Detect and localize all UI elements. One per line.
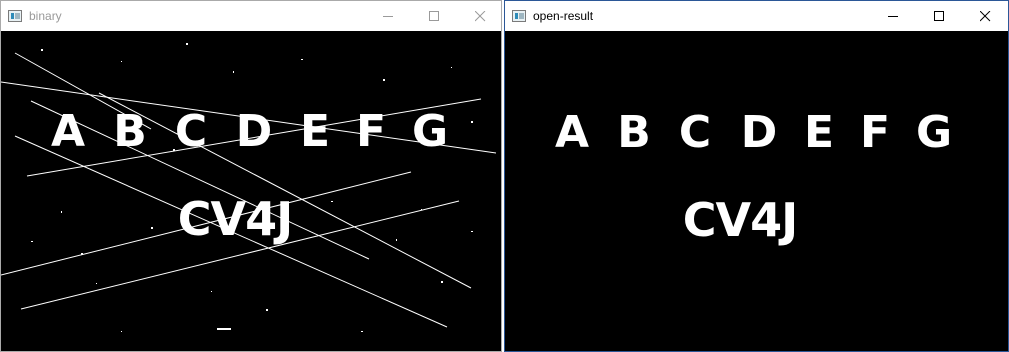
close-button[interactable]: [962, 1, 1008, 31]
binary-window[interactable]: binary A B C D E F G CV4J: [0, 0, 502, 352]
minimize-icon: [383, 16, 393, 17]
letter-glyph: F: [859, 107, 891, 158]
window-title: open-result: [533, 9, 594, 23]
letter-glyph: E: [299, 106, 331, 157]
maximize-icon: [934, 11, 944, 21]
noise-lines: [1, 43, 497, 332]
letter-glyph: B: [617, 107, 651, 158]
open-result-titlebar[interactable]: open-result: [505, 1, 1008, 31]
minimize-button[interactable]: [365, 1, 411, 31]
maximize-button[interactable]: [916, 1, 962, 31]
letter-glyph: C: [174, 106, 208, 157]
letter-glyph: F: [355, 106, 387, 157]
letter-glyph: A: [50, 106, 86, 157]
open-result-image-canvas: A B C D E F G CV4J: [505, 32, 1008, 351]
open-result-window[interactable]: open-result A B C D E F G CV4J: [504, 0, 1009, 352]
app-icon: [8, 10, 22, 22]
minimize-icon: [888, 16, 898, 17]
maximize-button[interactable]: [411, 1, 457, 31]
letter-row: A B C D E F G: [505, 108, 1008, 168]
letter-glyph: G: [411, 106, 449, 157]
window-title: binary: [29, 9, 62, 23]
minimize-button[interactable]: [870, 1, 916, 31]
maximize-icon: [429, 11, 439, 21]
letter-glyph: D: [235, 106, 273, 157]
letter-glyph: G: [915, 107, 953, 158]
letter-glyph: E: [803, 107, 835, 158]
close-icon: [980, 11, 991, 22]
close-icon: [475, 11, 486, 22]
letter-glyph: A: [554, 107, 590, 158]
letter-glyph: C: [678, 107, 712, 158]
app-icon: [512, 10, 526, 22]
word-glyphs: CV4J: [682, 193, 798, 247]
letter-glyph: B: [113, 106, 147, 157]
binary-titlebar[interactable]: binary: [1, 1, 501, 31]
letter-glyph: D: [740, 107, 778, 158]
close-button[interactable]: [457, 1, 503, 31]
letter-row: A B C D E F G: [1, 107, 501, 167]
word-glyphs: CV4J: [177, 192, 293, 246]
binary-image-canvas: A B C D E F G CV4J: [1, 31, 501, 351]
